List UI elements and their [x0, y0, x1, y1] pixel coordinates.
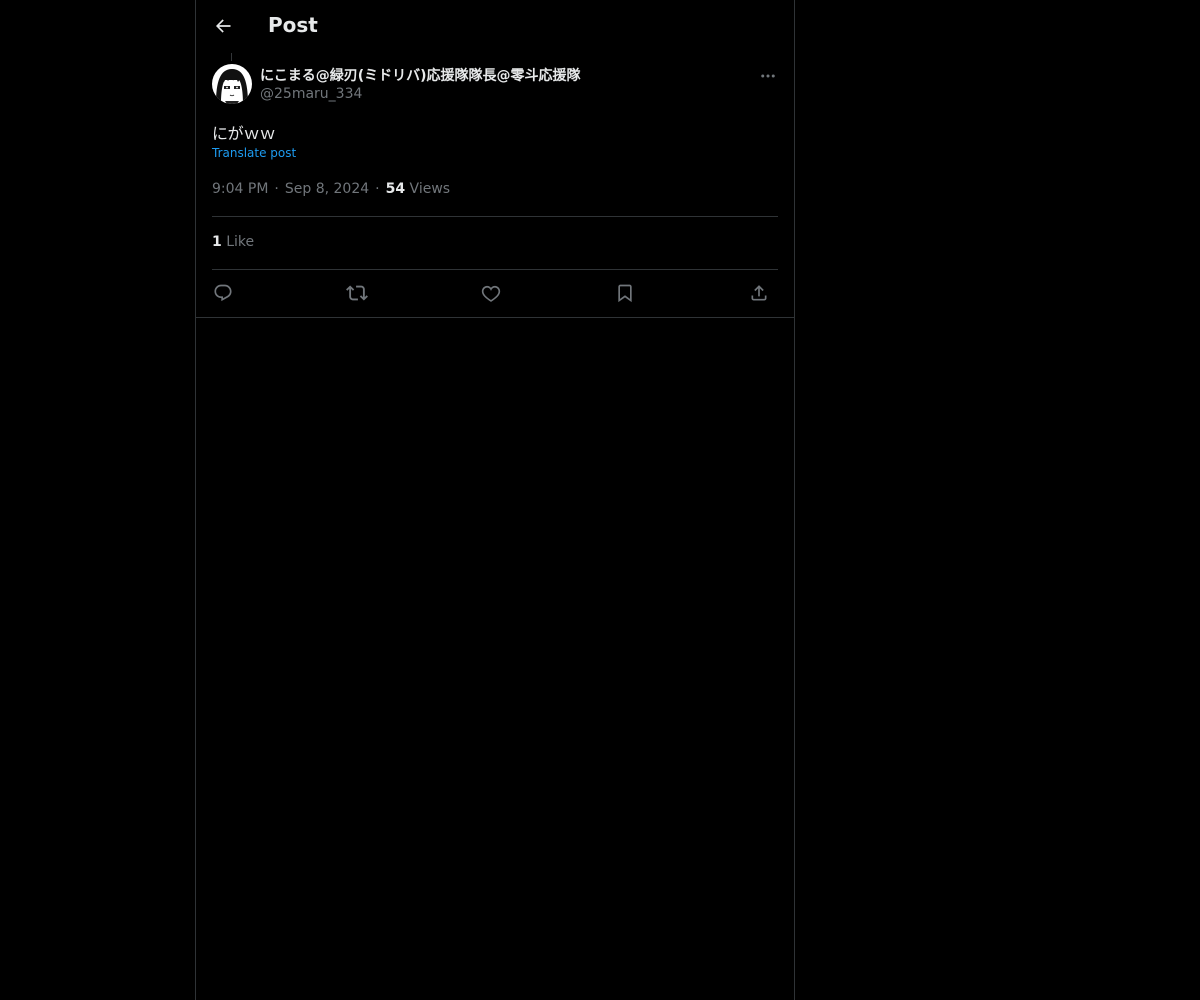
reply-icon — [213, 283, 233, 303]
translate-post-link[interactable]: Translate post — [212, 146, 296, 160]
likes-count: 1 — [212, 234, 222, 250]
like-button[interactable] — [476, 278, 506, 308]
thread-connector-line — [231, 53, 232, 61]
more-horizontal-icon — [759, 67, 777, 85]
share-icon — [749, 283, 769, 303]
avatar[interactable] — [212, 64, 252, 104]
heart-icon — [481, 283, 501, 303]
page-title: Post — [268, 13, 318, 37]
repost-button[interactable] — [342, 278, 372, 308]
action-bar — [212, 278, 778, 308]
separator-dot: · — [375, 181, 380, 197]
reply-button[interactable] — [208, 278, 238, 308]
post-date[interactable]: Sep 8, 2024 — [285, 181, 369, 197]
post-text: にがｗｗ — [212, 124, 276, 143]
back-button[interactable] — [208, 11, 238, 41]
more-options-button[interactable] — [756, 64, 780, 88]
post-column: Post にこまる@緑刃(ミドリバ)応援隊隊長@零斗応援隊 @25maru_33… — [195, 0, 795, 1000]
bookmark-icon — [615, 283, 635, 303]
post-bottom-border — [196, 317, 794, 318]
bookmark-button[interactable] — [610, 278, 640, 308]
divider — [212, 216, 778, 217]
repost-icon — [346, 282, 368, 304]
post-metadata: 9:04 PM · Sep 8, 2024 · 54 Views — [212, 181, 450, 197]
share-button[interactable] — [744, 278, 774, 308]
views-label: Views — [409, 181, 451, 197]
likes-label: Like — [226, 234, 255, 250]
views-count: 54 — [385, 181, 406, 197]
page-header: Post — [196, 0, 794, 53]
likes-summary[interactable]: 1 Like — [212, 234, 254, 250]
post-time[interactable]: 9:04 PM — [212, 181, 268, 197]
arrow-left-icon — [213, 16, 233, 36]
author-handle[interactable]: @25maru_334 — [260, 86, 362, 102]
divider — [212, 269, 778, 270]
separator-dot: · — [274, 181, 279, 197]
author-display-name[interactable]: にこまる@緑刃(ミドリバ)応援隊隊長@零斗応援隊 — [260, 65, 740, 85]
